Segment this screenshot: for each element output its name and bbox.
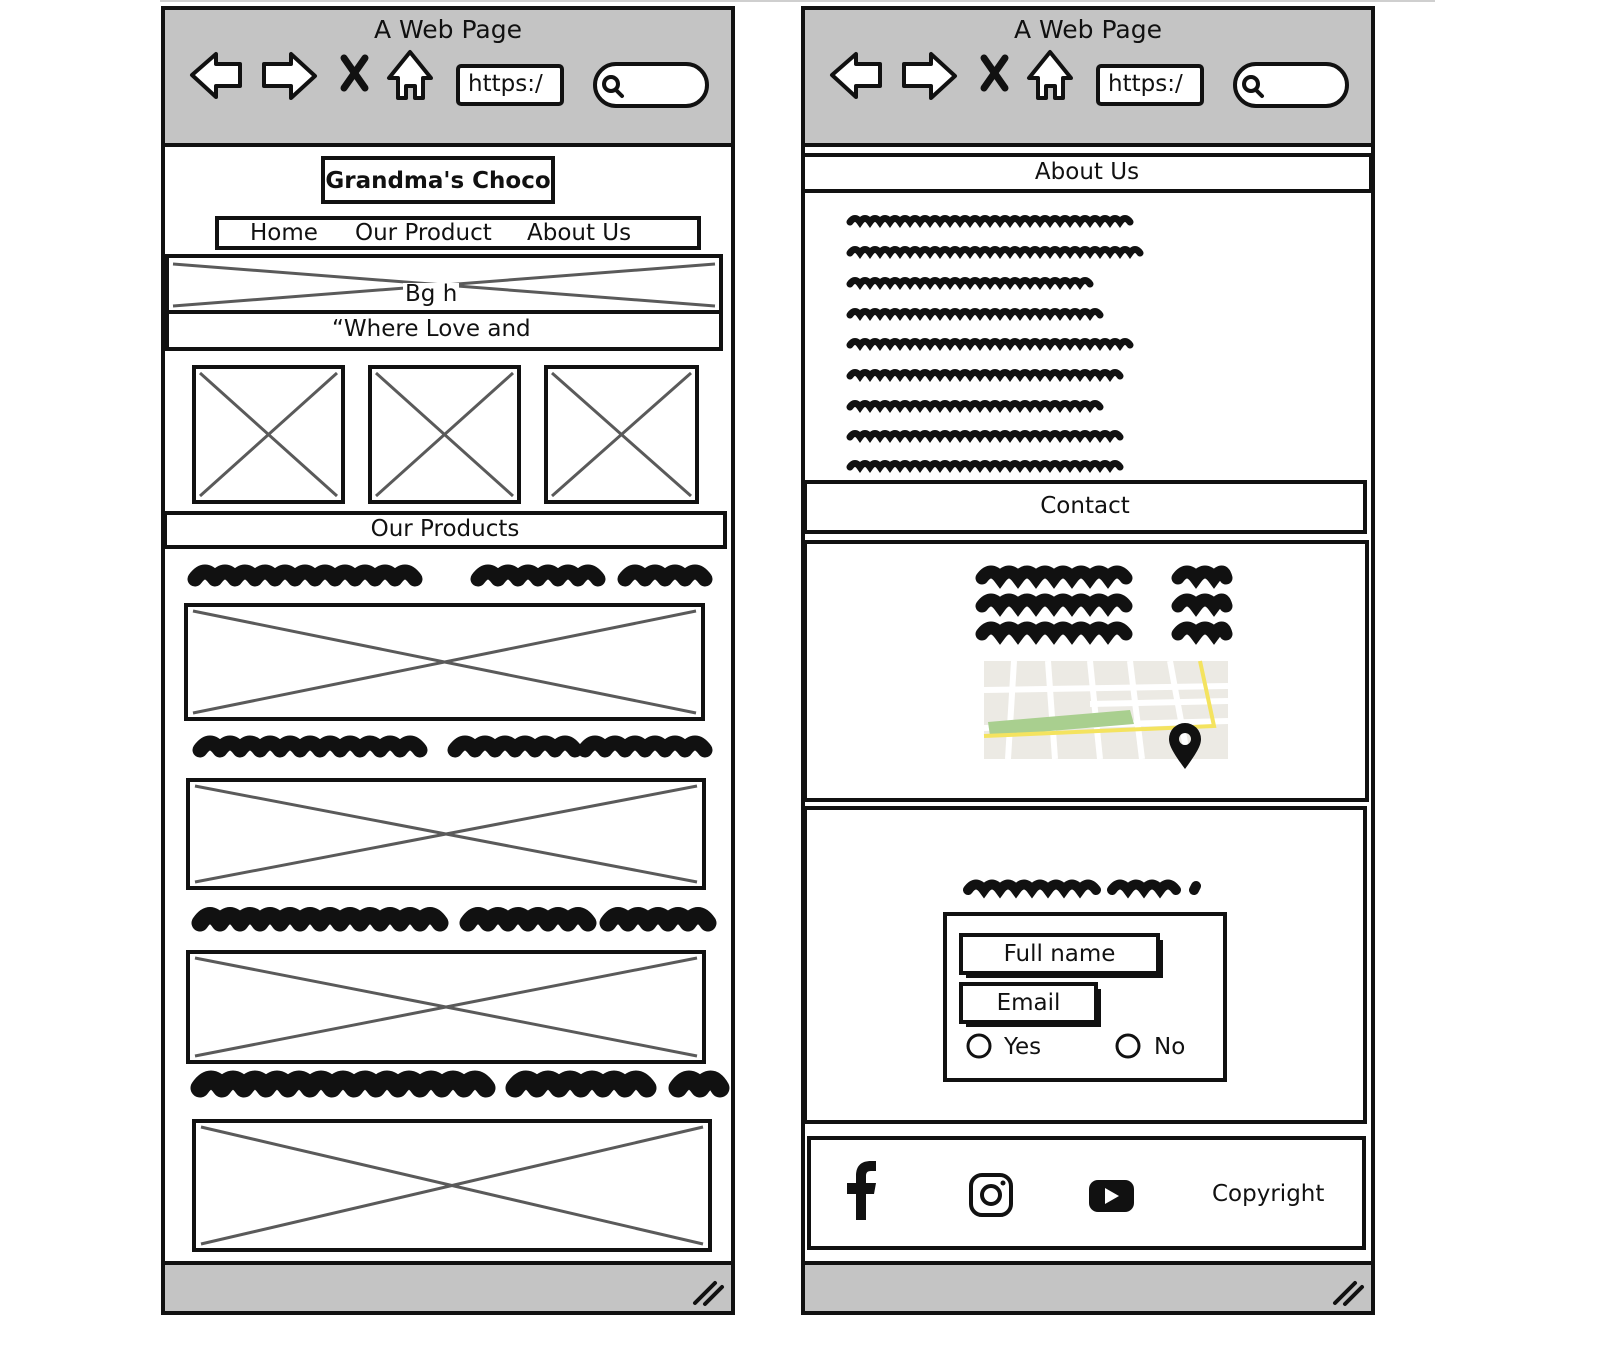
nav-about-us-link[interactable]: About Us: [527, 222, 631, 245]
right-window-sketch: [801, 6, 1375, 1315]
products-heading: Our Products: [370, 516, 520, 542]
status-bar: [161, 1261, 735, 1315]
thumbnail-placeholder-3: [544, 365, 699, 504]
hero-image-label: Bg h: [403, 281, 460, 307]
contact-heading: Contact: [1040, 493, 1130, 519]
full-name-label: Full name: [1003, 941, 1116, 967]
top-divider-line: [160, 0, 1435, 2]
yes-radio[interactable]: [966, 1033, 992, 1059]
youtube-icon[interactable]: [1089, 1180, 1134, 1212]
no-label: No: [1154, 1034, 1186, 1060]
window-title: A Web Page: [1013, 15, 1163, 44]
scribble-text: [190, 1070, 730, 1098]
tagline-text: “Where Love and: [332, 316, 531, 342]
url-text[interactable]: https:/: [468, 71, 543, 97]
nav-home-link[interactable]: Home: [250, 222, 318, 245]
status-bar: [801, 1261, 1375, 1315]
thumbnail-placeholder-2: [368, 365, 521, 504]
window-title: A Web Page: [373, 15, 523, 44]
site-logo[interactable]: Grandma's Choco: [323, 168, 553, 194]
copyright-text: Copyright: [1212, 1181, 1325, 1207]
right-browser-window: A Web Page https:/ About Us Contact Full…: [800, 6, 1382, 1368]
yes-label: Yes: [1004, 1034, 1042, 1060]
left-window-sketch: [161, 6, 735, 1315]
nav-our-product-link[interactable]: Our Product: [355, 222, 492, 245]
url-text[interactable]: https:/: [1108, 71, 1183, 97]
no-radio[interactable]: [1115, 1033, 1141, 1059]
thumbnail-placeholder-1: [192, 365, 345, 504]
email-label: Email: [996, 990, 1061, 1016]
left-browser-window: A Web Page https:/ Grandma's Choco Home …: [160, 6, 742, 1368]
scribble-text: [192, 735, 713, 758]
form-heading-scribble: [963, 879, 1201, 899]
about-heading: About Us: [1034, 159, 1140, 185]
